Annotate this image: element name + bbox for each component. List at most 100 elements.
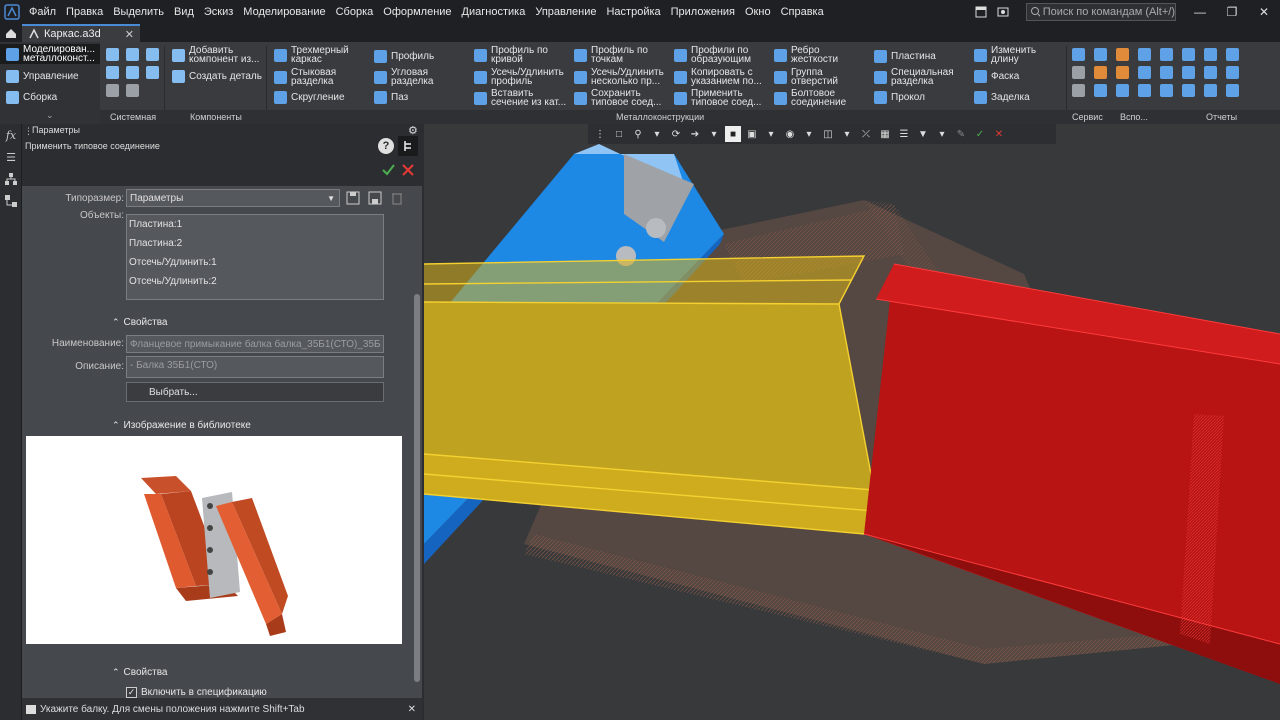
point-icon[interactable]	[1138, 48, 1151, 61]
copy-by-indication-button[interactable]: Копировать с указанием по...	[674, 68, 771, 87]
line-icon[interactable]	[1138, 66, 1151, 79]
group-label-reports[interactable]: Отчеты	[1206, 112, 1237, 122]
close-tab-icon[interactable]: ✕	[125, 28, 134, 41]
filter-icon[interactable]: ▼	[915, 126, 931, 142]
model-scene[interactable]	[424, 124, 1280, 720]
aux-cs-icon[interactable]	[1226, 48, 1239, 61]
menu-icon[interactable]: ☰	[0, 146, 22, 168]
layers-icon[interactable]: ☰	[896, 126, 912, 142]
stiffener-button[interactable]: Ребро жесткости	[774, 46, 847, 65]
puncture-button[interactable]: Прокол	[874, 91, 925, 104]
save-typesize-icon[interactable]	[346, 191, 360, 205]
aux-sketch-icon[interactable]	[1182, 66, 1195, 79]
shaded-view-icon[interactable]: ■	[725, 126, 741, 142]
close-window-button[interactable]: ✕	[1248, 0, 1280, 24]
maximize-button[interactable]: ❐	[1216, 0, 1248, 24]
create-part-button[interactable]: Создать деталь	[172, 70, 262, 83]
corner-joint-button[interactable]: Угловая разделка	[374, 68, 441, 87]
help-icon[interactable]: ?	[378, 138, 394, 154]
table-icon[interactable]	[1116, 84, 1129, 97]
stop-icon[interactable]: ✕	[991, 126, 1007, 142]
properties-section-header[interactable]: ⌃ Свойства	[112, 317, 167, 328]
save-typical-joint-button[interactable]: Сохранить типовое соед...	[574, 89, 671, 108]
aux-surface-icon[interactable]	[1160, 84, 1173, 97]
fillet-button[interactable]: Скругление	[274, 91, 345, 104]
list-item[interactable]: Отсечь/Удлинить:2	[127, 272, 383, 291]
name-field[interactable]: Фланцевое примыкание балка балка_35Б1(СТ…	[126, 335, 384, 353]
frame-3d-button[interactable]: Трехмерный каркас	[274, 46, 357, 65]
home-tab-icon[interactable]	[0, 24, 22, 42]
pick-icon[interactable]: ✎	[953, 126, 969, 142]
tree-icon[interactable]	[0, 168, 22, 190]
toolbar-grip-icon[interactable]: ⋮	[592, 126, 608, 142]
calc-icon[interactable]	[1072, 66, 1085, 79]
typesize-select[interactable]: Параметры ▼	[126, 189, 340, 207]
menu-management[interactable]: Управление	[530, 6, 601, 18]
chevron-down-icon[interactable]: ▾	[839, 126, 855, 142]
wireframe-view-icon[interactable]: ▣	[744, 126, 760, 142]
menu-diagnostics[interactable]: Диагностика	[457, 6, 531, 18]
menu-file[interactable]: Файл	[24, 6, 61, 18]
section-icon[interactable]: ◫	[820, 126, 836, 142]
group-label-metal[interactable]: Металлоконструкции	[616, 112, 704, 122]
formula-icon[interactable]: fx	[0, 124, 22, 146]
change-length-button[interactable]: Изменить длину	[974, 46, 1047, 65]
open-file-icon[interactable]	[126, 48, 139, 61]
aux-body-icon[interactable]	[1182, 84, 1195, 97]
apply-typical-joint-button[interactable]: Применить типовое соед...	[674, 89, 771, 108]
chevron-down-icon[interactable]: ▾	[706, 126, 722, 142]
screenshot-icon[interactable]	[994, 3, 1012, 21]
chevron-down-icon[interactable]: ▾	[934, 126, 950, 142]
close-hint-icon[interactable]: ✕	[408, 704, 416, 715]
kompas-logo-icon[interactable]	[0, 0, 24, 24]
menu-view[interactable]: Вид	[169, 6, 199, 18]
profile-by-curve-button[interactable]: Профиль по кривой	[474, 46, 555, 65]
explode-icon[interactable]: ⤫	[858, 126, 874, 142]
measure-icon[interactable]	[1116, 48, 1129, 61]
zoom-icon[interactable]: ⚲	[630, 126, 646, 142]
menu-help[interactable]: Справка	[776, 6, 829, 18]
chevron-down-icon[interactable]: ▾	[763, 126, 779, 142]
ribbon-tab-metal-modeling[interactable]: Моделирован... металлоконст...	[0, 44, 100, 64]
window-layout-icon[interactable]	[972, 3, 990, 21]
chevron-down-icon[interactable]: ▾	[801, 126, 817, 142]
list-item[interactable]: Отсечь/Удлинить:1	[127, 253, 383, 272]
preview-icon[interactable]	[126, 66, 139, 79]
aux-extra-icon[interactable]	[1226, 84, 1239, 97]
group-label-system[interactable]: Системная	[110, 112, 156, 122]
slot-button[interactable]: Паз	[374, 91, 408, 104]
settings-icon[interactable]	[1072, 48, 1085, 61]
menu-settings[interactable]: Настройка	[601, 6, 665, 18]
command-search-input[interactable]: Поиск по командам (Alt+/)	[1026, 3, 1176, 21]
list-item[interactable]: Пластина:2	[127, 234, 383, 253]
hole-group-button[interactable]: Группа отверстий	[774, 68, 847, 87]
cancel-button[interactable]	[400, 162, 416, 178]
aux-line-icon[interactable]	[1226, 66, 1239, 79]
group-label-service[interactable]: Сервис	[1072, 112, 1103, 122]
ok-button[interactable]	[380, 162, 396, 178]
apply-icon[interactable]: ✓	[972, 126, 988, 142]
aux-axis-icon[interactable]	[1182, 48, 1195, 61]
undo-icon[interactable]	[106, 84, 119, 97]
trim-multiple-button[interactable]: Усечь/Удлинить несколько пр...	[574, 68, 671, 87]
fit-view-icon[interactable]: □	[611, 126, 627, 142]
print-icon[interactable]	[106, 66, 119, 79]
aux-curve-icon[interactable]	[1160, 66, 1173, 79]
profile-by-points-button[interactable]: Профиль по точкам	[574, 46, 655, 65]
hide-icon[interactable]: ◉	[782, 126, 798, 142]
menu-select[interactable]: Выделить	[108, 6, 169, 18]
properties2-section-header[interactable]: ⌃ Свойства	[112, 667, 167, 678]
library-image-section-header[interactable]: ⌃ Изображение в библиотеке	[112, 420, 251, 431]
add-component-button[interactable]: Добавить компонент из...	[172, 46, 263, 65]
axis-icon[interactable]	[1116, 66, 1129, 79]
spec-icon[interactable]	[1138, 84, 1151, 97]
new-file-icon[interactable]	[106, 48, 119, 61]
redo-icon[interactable]	[126, 84, 139, 97]
plate-button[interactable]: Пластина	[874, 50, 936, 63]
profile-button[interactable]: Профиль	[374, 50, 434, 63]
panel-scrollbar[interactable]	[414, 294, 420, 682]
report-icon[interactable]	[1094, 84, 1107, 97]
trim-extend-profile-button[interactable]: Усечь/Удлинить профиль	[474, 68, 569, 87]
orientation-icon[interactable]: ➔	[687, 126, 703, 142]
structure-icon[interactable]	[0, 190, 22, 212]
